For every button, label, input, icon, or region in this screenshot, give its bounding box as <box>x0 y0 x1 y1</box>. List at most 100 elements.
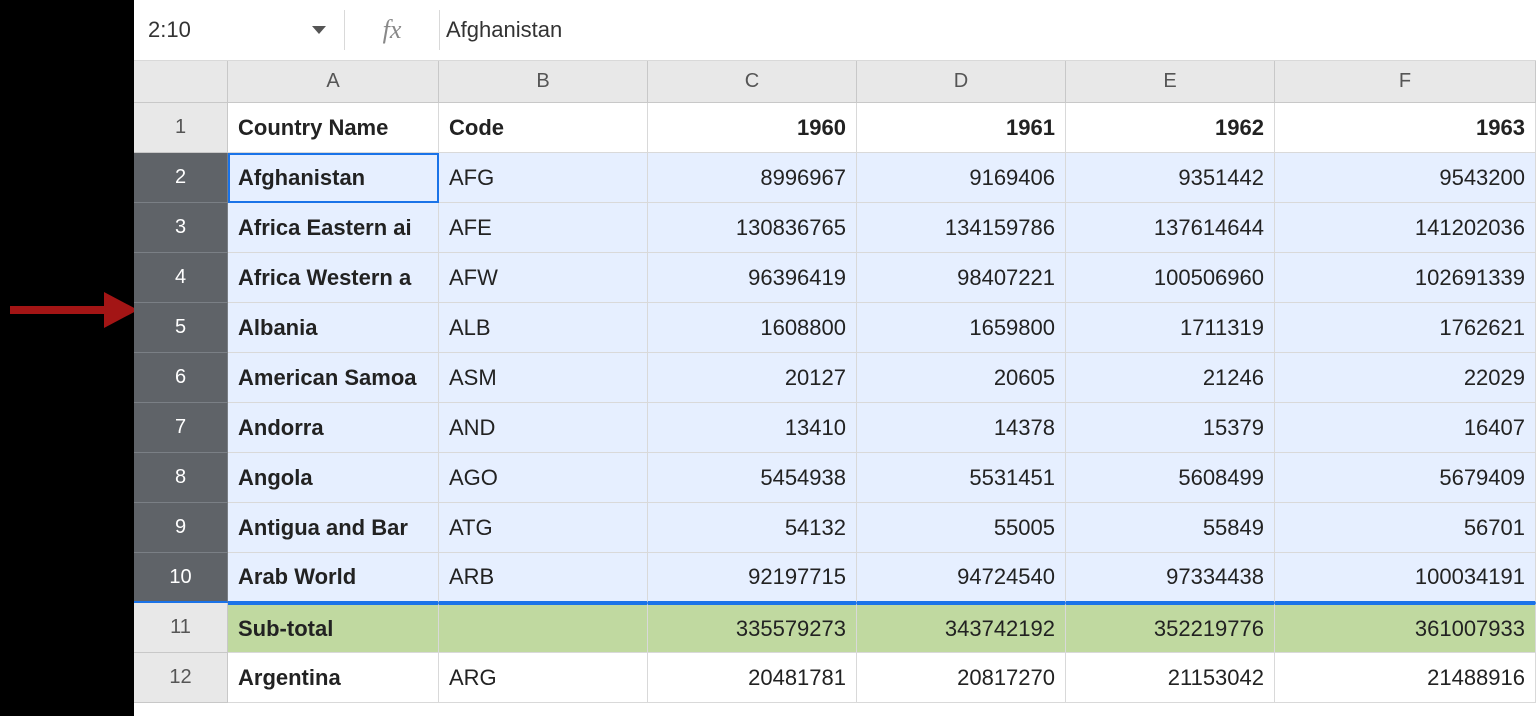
cell-value[interactable]: 1762621 <box>1275 303 1536 353</box>
row-header-11[interactable]: 11 <box>134 603 228 653</box>
row-header-3[interactable]: 3 <box>134 203 228 253</box>
row-header-8[interactable]: 8 <box>134 453 228 503</box>
annotation-arrow <box>4 286 140 334</box>
name-box-value: 2:10 <box>148 17 191 43</box>
cell-value[interactable]: 96396419 <box>648 253 857 303</box>
cell-value[interactable]: 343742192 <box>857 603 1066 653</box>
cell-value[interactable]: 9543200 <box>1275 153 1536 203</box>
cell-value[interactable]: 100034191 <box>1275 553 1536 603</box>
formula-bar: 2:10 fx Afghanistan <box>134 0 1536 61</box>
cell-value[interactable]: 20481781 <box>648 653 857 703</box>
cell-value[interactable]: 55849 <box>1066 503 1275 553</box>
cell-code[interactable]: AND <box>439 403 648 453</box>
cell-value[interactable]: 9351442 <box>1066 153 1275 203</box>
cell-code[interactable] <box>439 603 648 653</box>
cell-value[interactable]: 1711319 <box>1066 303 1275 353</box>
cell-value[interactable]: 335579273 <box>648 603 857 653</box>
cell-code[interactable]: AFW <box>439 253 648 303</box>
header-year-1960[interactable]: 1960 <box>648 103 857 153</box>
cell-value[interactable]: 22029 <box>1275 353 1536 403</box>
header-year-1962[interactable]: 1962 <box>1066 103 1275 153</box>
cell-value[interactable]: 21246 <box>1066 353 1275 403</box>
cell-value[interactable]: 15379 <box>1066 403 1275 453</box>
cell-value[interactable]: 5531451 <box>857 453 1066 503</box>
header-code[interactable]: Code <box>439 103 648 153</box>
col-header-F[interactable]: F <box>1275 61 1536 103</box>
col-header-E[interactable]: E <box>1066 61 1275 103</box>
cell-value[interactable]: 130836765 <box>648 203 857 253</box>
col-header-B[interactable]: B <box>439 61 648 103</box>
cell-value[interactable]: 21488916 <box>1275 653 1536 703</box>
row-header-2[interactable]: 2 <box>134 153 228 203</box>
cell-value[interactable]: 9169406 <box>857 153 1066 203</box>
cell-value[interactable]: 141202036 <box>1275 203 1536 253</box>
cell-country[interactable]: Africa Eastern ai <box>228 203 439 253</box>
header-year-1963[interactable]: 1963 <box>1275 103 1536 153</box>
cell-country[interactable]: Andorra <box>228 403 439 453</box>
cell-code[interactable]: ATG <box>439 503 648 553</box>
cell-code[interactable]: AFE <box>439 203 648 253</box>
chevron-down-icon[interactable] <box>312 26 326 34</box>
cell-value[interactable]: 97334438 <box>1066 553 1275 603</box>
cell-value[interactable]: 1659800 <box>857 303 1066 353</box>
col-header-C[interactable]: C <box>648 61 857 103</box>
cell-value[interactable]: 1608800 <box>648 303 857 353</box>
row-header-7[interactable]: 7 <box>134 403 228 453</box>
cell-country[interactable]: Arab World <box>228 553 439 603</box>
spreadsheet-window: 2:10 fx Afghanistan A B C D E F 1Country… <box>134 0 1536 716</box>
cell-country[interactable]: Africa Western a <box>228 253 439 303</box>
cell-code[interactable]: ARB <box>439 553 648 603</box>
col-header-A[interactable]: A <box>228 61 439 103</box>
row-header-5[interactable]: 5 <box>134 303 228 353</box>
cell-value[interactable]: 20605 <box>857 353 1066 403</box>
cell-value[interactable]: 54132 <box>648 503 857 553</box>
cell-value[interactable]: 134159786 <box>857 203 1066 253</box>
row-header-6[interactable]: 6 <box>134 353 228 403</box>
cell-value[interactable]: 100506960 <box>1066 253 1275 303</box>
cell-country[interactable]: American Samoa <box>228 353 439 403</box>
cell-value[interactable]: 20817270 <box>857 653 1066 703</box>
cell-value[interactable]: 137614644 <box>1066 203 1275 253</box>
select-all-corner[interactable] <box>134 61 228 103</box>
cell-value[interactable]: 5679409 <box>1275 453 1536 503</box>
cell-country[interactable]: Angola <box>228 453 439 503</box>
cell-value[interactable]: 5454938 <box>648 453 857 503</box>
cell-value[interactable]: 55005 <box>857 503 1066 553</box>
cell-code[interactable]: ALB <box>439 303 648 353</box>
formula-input[interactable]: Afghanistan <box>440 17 1536 43</box>
cell-value[interactable]: 102691339 <box>1275 253 1536 303</box>
row-header-9[interactable]: 9 <box>134 503 228 553</box>
cell-value[interactable]: 352219776 <box>1066 603 1275 653</box>
cell-country[interactable]: Sub-total <box>228 603 439 653</box>
header-country-name[interactable]: Country Name <box>228 103 439 153</box>
cell-code[interactable]: AGO <box>439 453 648 503</box>
cell-code[interactable]: ARG <box>439 653 648 703</box>
cell-country[interactable]: Albania <box>228 303 439 353</box>
row-header-10[interactable]: 10 <box>134 553 228 603</box>
cell-value[interactable]: 8996967 <box>648 153 857 203</box>
cell-value[interactable]: 21153042 <box>1066 653 1275 703</box>
cell-code[interactable]: AFG <box>439 153 648 203</box>
spreadsheet-grid[interactable]: A B C D E F 1Country NameCode19601961196… <box>134 61 1536 703</box>
cell-value[interactable]: 5608499 <box>1066 453 1275 503</box>
cell-value[interactable]: 92197715 <box>648 553 857 603</box>
col-header-D[interactable]: D <box>857 61 1066 103</box>
cell-country[interactable]: Argentina <box>228 653 439 703</box>
cell-value[interactable]: 94724540 <box>857 553 1066 603</box>
fx-icon[interactable]: fx <box>345 15 439 45</box>
cell-value[interactable]: 361007933 <box>1275 603 1536 653</box>
cell-value[interactable]: 20127 <box>648 353 857 403</box>
header-year-1961[interactable]: 1961 <box>857 103 1066 153</box>
row-header-12[interactable]: 12 <box>134 653 228 703</box>
cell-code[interactable]: ASM <box>439 353 648 403</box>
cell-value[interactable]: 98407221 <box>857 253 1066 303</box>
name-box[interactable]: 2:10 <box>134 0 344 60</box>
cell-country[interactable]: Afghanistan <box>228 153 439 203</box>
cell-value[interactable]: 56701 <box>1275 503 1536 553</box>
cell-country[interactable]: Antigua and Bar <box>228 503 439 553</box>
cell-value[interactable]: 16407 <box>1275 403 1536 453</box>
row-header-1[interactable]: 1 <box>134 103 228 153</box>
cell-value[interactable]: 14378 <box>857 403 1066 453</box>
cell-value[interactable]: 13410 <box>648 403 857 453</box>
row-header-4[interactable]: 4 <box>134 253 228 303</box>
